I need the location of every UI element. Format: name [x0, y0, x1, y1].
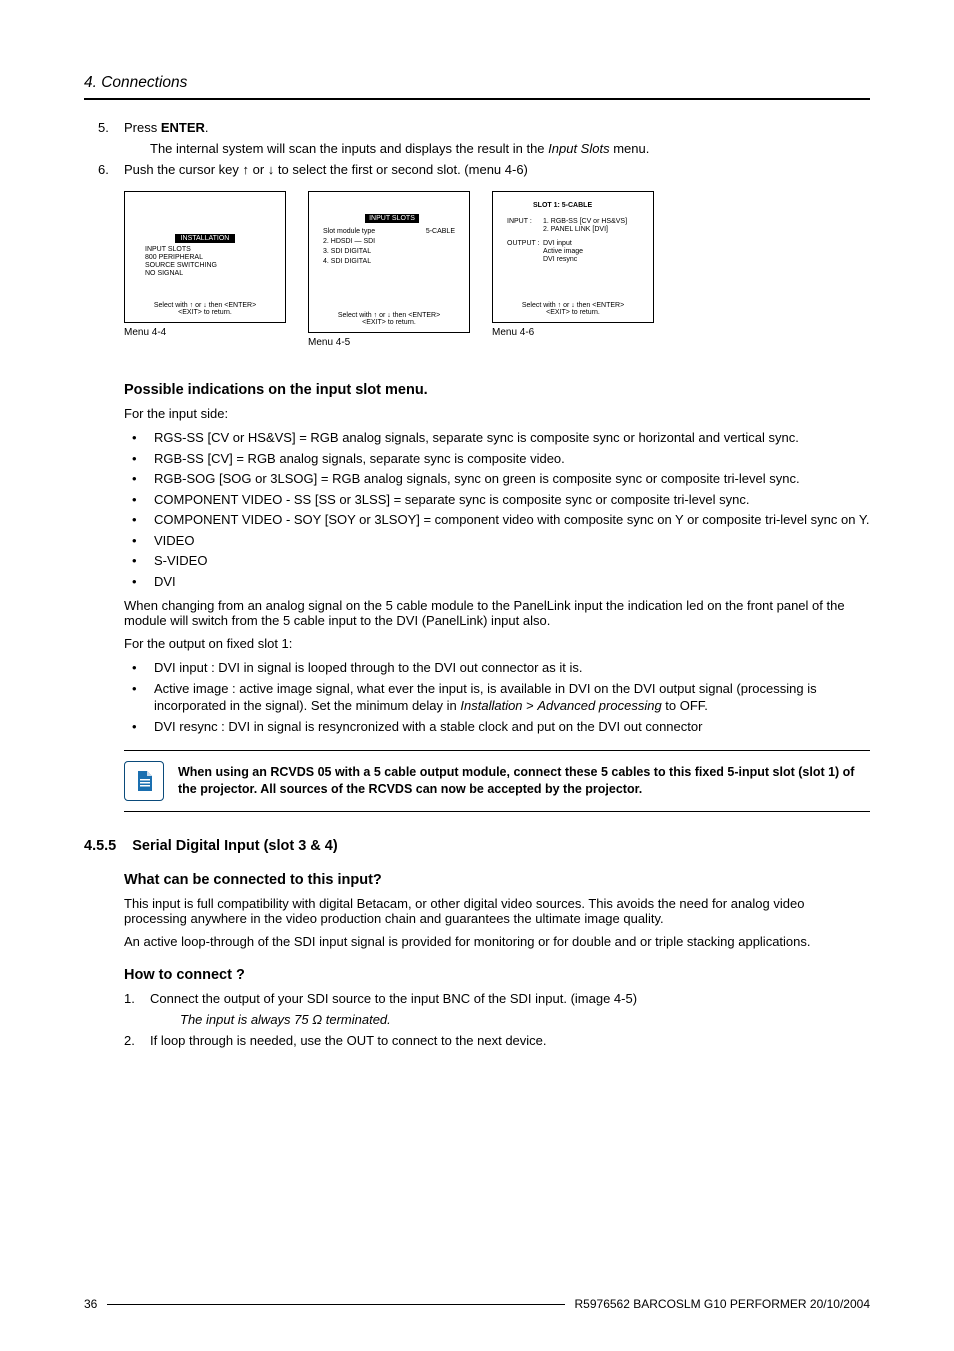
ind-o1: DVI input : DVI in signal is looped thro… — [124, 659, 870, 677]
ind-i1: RGS-SS [CV or HS&VS] = RGB analog signal… — [124, 429, 870, 447]
m3-out-lbl: OUTPUT : — [507, 240, 540, 247]
step-list-a: 5. Press ENTER. The internal system will… — [84, 120, 870, 177]
m1-hint-l: Select with ↑ or ↓ — [154, 302, 207, 309]
m2-slot2: 2. HDSDI — SDI — [323, 238, 375, 245]
step-6-text: Push the cursor key ↑ or ↓ to select the… — [124, 162, 528, 177]
ind-o3: DVI resync : DVI in signal is resyncroni… — [124, 718, 870, 736]
indications-intro: For the input side: — [124, 406, 870, 421]
m3-in1: 1. RGB-SS [CV or HS&VS] — [543, 218, 627, 225]
m1-l1: INPUT SLOTS — [145, 246, 191, 253]
menu-4-4-bar: INSTALLATION — [175, 234, 235, 243]
menu-4-5-box: INPUT SLOTS Slot module type 5-CABLE 2. … — [308, 191, 470, 333]
m3-out3: DVI resync — [543, 256, 577, 263]
note-document-icon — [124, 761, 164, 801]
step-5-num: 5. — [98, 120, 109, 135]
ind-i6: VIDEO — [124, 532, 870, 550]
ind-o2: Active image : active image signal, what… — [124, 680, 870, 715]
ind-o2-it2: Advanced processing — [537, 698, 661, 713]
m3-back: <EXIT> to return. — [546, 309, 600, 316]
m1-hint-r: then <ENTER> — [209, 302, 256, 309]
sec455-s2: 2. If loop through is needed, use the OU… — [124, 1033, 870, 1048]
m2-slot1r: 5-CABLE — [426, 228, 455, 235]
sec-455-h1: What can be connected to this input? — [124, 872, 870, 888]
menu-figures-row: INSTALLATION INPUT SLOTS 800 PERIPHERAL … — [124, 191, 870, 348]
m1-back: <EXIT> to return. — [178, 309, 232, 316]
m2-hint: Select with ↑ or ↓ then <ENTER> <EXIT> t… — [309, 312, 469, 326]
ind-i4: COMPONENT VIDEO - SS [SS or 3LSS] = sepa… — [124, 491, 870, 509]
step-5-text-post: . — [205, 120, 209, 135]
m3-hint: Select with ↑ or ↓ then <ENTER> <EXIT> t… — [493, 302, 653, 316]
menu-4-4-label: Menu 4-4 — [124, 327, 286, 338]
m1-l3: SOURCE SWITCHING — [145, 262, 217, 269]
menu-4-4-wrap: INSTALLATION INPUT SLOTS 800 PERIPHERAL … — [124, 191, 286, 348]
m1-hint: Select with ↑ or ↓ then <ENTER> <EXIT> t… — [125, 302, 285, 316]
m1-l4: NO SIGNAL — [145, 270, 183, 277]
running-header: 4. Connections — [84, 74, 870, 92]
ind-i3: RGB-SOG [SOG or 3LSOG] = RGB analog sign… — [124, 470, 870, 488]
sec455-s2-text: If loop through is needed, use the OUT t… — [150, 1033, 547, 1048]
m2-hint-r: then <ENTER> — [393, 312, 440, 319]
ind-i2: RGB-SS [CV] = RGB analog signals, separa… — [124, 450, 870, 468]
page-number: 36 — [84, 1297, 97, 1311]
page-footer: 36 R5976562 BARCOSLM G10 PERFORMER 20/10… — [84, 1297, 870, 1311]
m3-out1: DVI input — [543, 240, 572, 247]
m3-hint-r: then <ENTER> — [577, 302, 624, 309]
ind-o2-it1: Installation — [460, 698, 522, 713]
step-5-enter: ENTER — [161, 120, 205, 135]
ind-o2-mid: > — [523, 698, 538, 713]
indications-input-list: RGS-SS [CV or HS&VS] = RGB analog signal… — [124, 429, 870, 590]
ind-i7: S-VIDEO — [124, 552, 870, 570]
m3-out2: Active image — [543, 248, 583, 255]
step-6: 6. Push the cursor key ↑ or ↓ to select … — [124, 162, 870, 177]
sec-455-num: 4.5.5 — [84, 838, 116, 854]
step-5-sub-italic: Input Slots — [548, 141, 609, 156]
m3-in-lbl: INPUT : — [507, 218, 532, 225]
step-6-num: 6. — [98, 162, 109, 177]
m2-back: <EXIT> to return. — [362, 319, 416, 326]
menu-4-5-bar: INPUT SLOTS — [365, 214, 419, 223]
sec455-s1-note: The input is always 75 Ω terminated. — [180, 1012, 870, 1027]
m2-slot4: 4. SDI DIGITAL — [323, 258, 371, 265]
indications-heading: Possible indications on the input slot m… — [124, 382, 870, 398]
step-5-sub-pre: The internal system will scan the inputs… — [150, 141, 548, 156]
sec-455-header: 4.5.5 Serial Digital Input (slot 3 & 4) — [84, 838, 870, 854]
m2-hint-l: Select with ↑ or ↓ — [338, 312, 391, 319]
note-text: When using an RCVDS 05 with a 5 cable ou… — [178, 764, 870, 798]
rcvds-note: When using an RCVDS 05 with a 5 cable ou… — [124, 750, 870, 812]
ind-i5: COMPONENT VIDEO - SOY [SOY or 3LSOY] = c… — [124, 511, 870, 529]
sec-455-p1: This input is full compatibility with di… — [124, 896, 870, 926]
m2-slot1: Slot module type — [323, 228, 375, 235]
m1-l2: 800 PERIPHERAL — [145, 254, 203, 261]
m2-slot3: 3. SDI DIGITAL — [323, 248, 371, 255]
header-rule — [84, 98, 870, 100]
footer-doc-id: R5976562 BARCOSLM G10 PERFORMER 20/10/20… — [575, 1297, 870, 1311]
menu-4-5-wrap: INPUT SLOTS Slot module type 5-CABLE 2. … — [308, 191, 470, 348]
sec-455-title: Serial Digital Input (slot 3 & 4) — [132, 838, 337, 854]
indications-intro2: For the output on fixed slot 1: — [124, 636, 870, 651]
sec455-s2-num: 2. — [124, 1033, 135, 1048]
indications-output-list: DVI input : DVI in signal is looped thro… — [124, 659, 870, 735]
indications-para1: When changing from an analog signal on t… — [124, 598, 870, 628]
m3-in2: 2. PANEL LINK [DVI] — [543, 226, 608, 233]
step-5-sub-post: menu. — [610, 141, 650, 156]
sec455-s1-text: Connect the output of your SDI source to… — [150, 991, 637, 1006]
menu-4-6-wrap: SLOT 1: 5-CABLE INPUT : 1. RGB-SS [CV or… — [492, 191, 654, 348]
sec-455-h2: How to connect ? — [124, 967, 870, 983]
m3-hint-l: Select with ↑ or ↓ — [522, 302, 575, 309]
menu-4-6-bar: SLOT 1: 5-CABLE — [533, 202, 592, 209]
document-icon — [132, 769, 156, 793]
step-5: 5. Press ENTER. The internal system will… — [124, 120, 870, 156]
menu-4-6-box: SLOT 1: 5-CABLE INPUT : 1. RGB-SS [CV or… — [492, 191, 654, 323]
ind-o2-post: to OFF. — [662, 698, 708, 713]
ind-i8: DVI — [124, 573, 870, 591]
footer-rule — [107, 1304, 564, 1305]
step-5-text-pre: Press — [124, 120, 161, 135]
sec-455-p2: An active loop-through of the SDI input … — [124, 934, 870, 949]
sec455-s1: 1. Connect the output of your SDI source… — [124, 991, 870, 1027]
menu-4-5-label: Menu 4-5 — [308, 337, 470, 348]
step-5-sub: The internal system will scan the inputs… — [150, 141, 870, 156]
menu-4-6-label: Menu 4-6 — [492, 327, 654, 338]
menu-4-4-box: INSTALLATION INPUT SLOTS 800 PERIPHERAL … — [124, 191, 286, 323]
sec455-s1-num: 1. — [124, 991, 135, 1006]
